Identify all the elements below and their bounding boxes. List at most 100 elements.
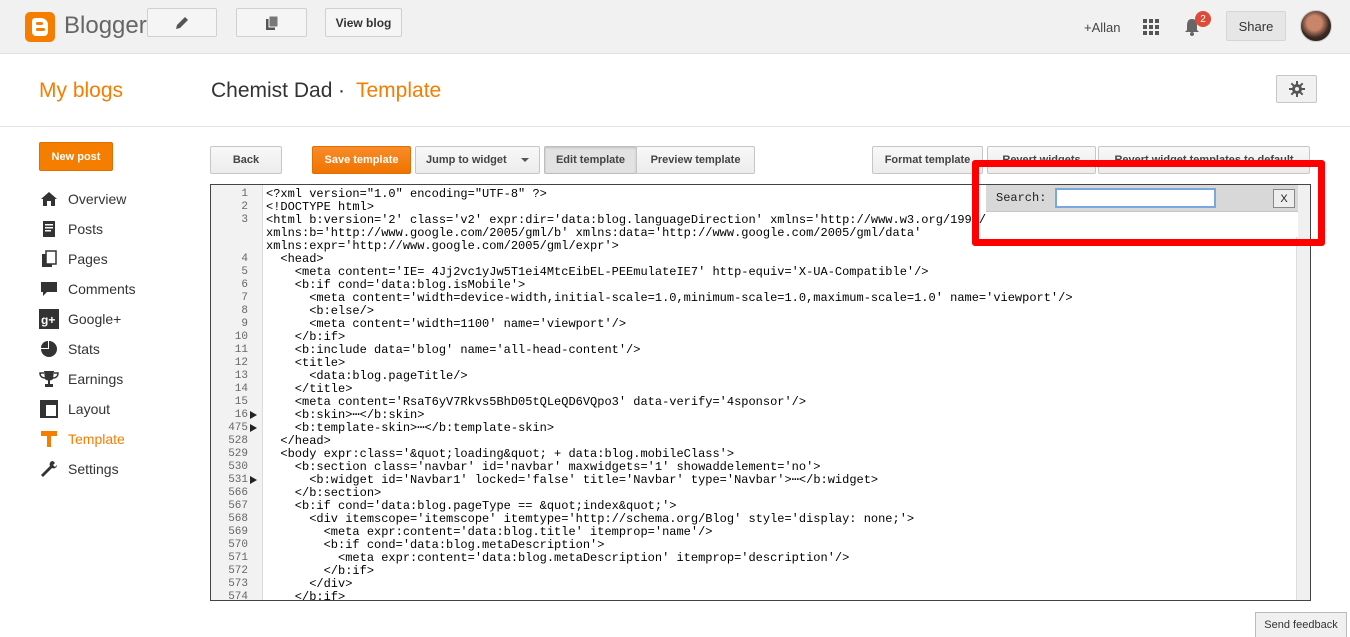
jump-to-widget-dropdown[interactable]: Jump to widget [415,146,540,174]
back-button[interactable]: Back [210,146,282,174]
save-template-button[interactable]: Save template [312,146,411,174]
pencil-icon [176,16,188,29]
sidebar-item-label: Google+ [68,311,122,327]
line-number: 4 [241,253,248,265]
send-feedback-button[interactable]: Send feedback [1255,612,1347,637]
line-number: 574 [228,591,248,601]
editor-scrollbar[interactable] [1296,185,1310,600]
sidebar-item-label: Comments [68,281,136,297]
sidebar-item-posts[interactable]: Posts [38,214,188,244]
sidebar-item-overview[interactable]: Overview [38,184,188,214]
sidebar-item-settings[interactable]: Settings [38,454,188,484]
sidebar-item-label: Settings [68,461,119,477]
line-number: 6 [241,279,248,291]
line-number: 568 [228,513,248,525]
share-button[interactable]: Share [1226,11,1286,41]
fold-arrow-icon[interactable] [250,476,257,484]
sidebar-item-label: Overview [68,191,127,207]
chevron-down-icon [521,158,529,162]
apps-grid-icon[interactable] [1143,0,1159,54]
code-line[interactable]: 475 <b:template-skin>⋯</b:template-skin> [211,422,1296,435]
fold-arrow-icon[interactable] [250,411,257,419]
google-plus-icon: g+ [38,309,60,329]
line-number: 573 [228,578,248,590]
sidebar-item-comments[interactable]: Comments [38,274,188,304]
avatar[interactable] [1300,10,1332,42]
copy-pages-icon [265,15,278,30]
sidebar-item-stats[interactable]: Stats [38,334,188,364]
template-icon [38,429,60,449]
sidebar-item-label: Posts [68,221,104,237]
code-line[interactable]: 13 <data:blog.pageTitle/> [211,370,1296,383]
line-number: 2 [241,201,248,213]
sidebar-item-google-plus[interactable]: g+ Google+ [38,304,188,334]
blog-title: Chemist Dad [211,79,333,102]
notifications-bell-icon[interactable] [1183,0,1201,54]
blogger-logo-icon[interactable] [25,12,55,42]
new-post-pencil-button[interactable] [147,8,217,37]
gear-icon [1288,81,1305,97]
page-header: My blogs Chemist Dad · Template [0,55,1350,127]
title-separator: · [338,79,345,102]
code-text: <meta content='width=device-width,initia… [266,291,1073,305]
wrench-icon [38,459,60,479]
layout-icon [38,399,60,419]
line-number: 11 [234,344,248,356]
template-code-editor[interactable]: 1 <?xml version="1.0" encoding="UTF-8" ?>… [210,184,1311,601]
sidebar-item-label: Stats [68,341,100,357]
stats-icon [38,339,60,359]
sidebar-item-label: Earnings [68,371,124,387]
line-number: 3 [241,214,248,226]
fold-arrow-icon[interactable] [250,424,257,432]
view-blog-button[interactable]: View blog [325,8,402,37]
line-number: 572 [228,565,248,577]
sidebar-item-label: Layout [68,401,111,417]
line-number: 10 [234,331,248,343]
page-title: Template [356,79,442,102]
line-number: 1 [241,188,248,200]
line-number: 475 [228,422,248,434]
code-line[interactable]: 11 <b:include data='blog' name='all-head… [211,344,1296,357]
line-number: 566 [228,487,248,499]
notification-count-badge: 2 [1195,11,1211,27]
sidebar-item-template[interactable]: Template [38,424,188,454]
settings-gear-button[interactable] [1276,75,1317,103]
line-number: 571 [228,552,248,564]
jump-to-widget-label: Jump to widget [426,154,507,166]
line-number: 567 [228,500,248,512]
new-post-button[interactable]: New post [39,142,113,171]
format-template-button[interactable]: Format template [872,146,983,174]
sidebar-nav: Overview Posts Pages Comments g+ Google+… [38,184,188,484]
line-number: 9 [241,318,248,330]
line-number: 529 [228,448,248,460]
code-line[interactable]: 9 <meta content='width=1100' name='viewp… [211,318,1296,331]
line-number: 7 [241,292,248,304]
trophy-icon [38,369,60,389]
home-icon [38,189,60,209]
line-number: 15 [234,396,248,408]
line-number: 14 [234,383,248,395]
line-number: 528 [228,435,248,447]
code-line[interactable]: 574 </b:if> [211,591,1296,601]
sidebar-item-layout[interactable]: Layout [38,394,188,424]
username-link[interactable]: +Allan [1084,0,1121,54]
edit-template-button[interactable]: Edit template [544,146,637,174]
code-line[interactable]: 572 </b:if> [211,565,1296,578]
blogger-logo-text[interactable]: Blogger [64,12,147,40]
code-line[interactable]: 573 </div> [211,578,1296,591]
sidebar-item-pages[interactable]: Pages [38,244,188,274]
code-text: </b:if> [266,590,346,601]
line-number: 570 [228,539,248,551]
preview-template-button[interactable]: Preview template [636,146,755,174]
line-number: 531 [228,474,248,486]
my-blogs-link[interactable]: My blogs [39,79,123,103]
comments-icon [38,279,60,299]
line-number: 16 [234,409,248,421]
line-number: 569 [228,526,248,538]
line-number: 5 [241,266,248,278]
line-number: 8 [241,305,248,317]
line-number: 13 [234,370,248,382]
posts-icon [38,219,60,239]
sidebar-item-earnings[interactable]: Earnings [38,364,188,394]
posts-list-button[interactable] [236,8,307,37]
